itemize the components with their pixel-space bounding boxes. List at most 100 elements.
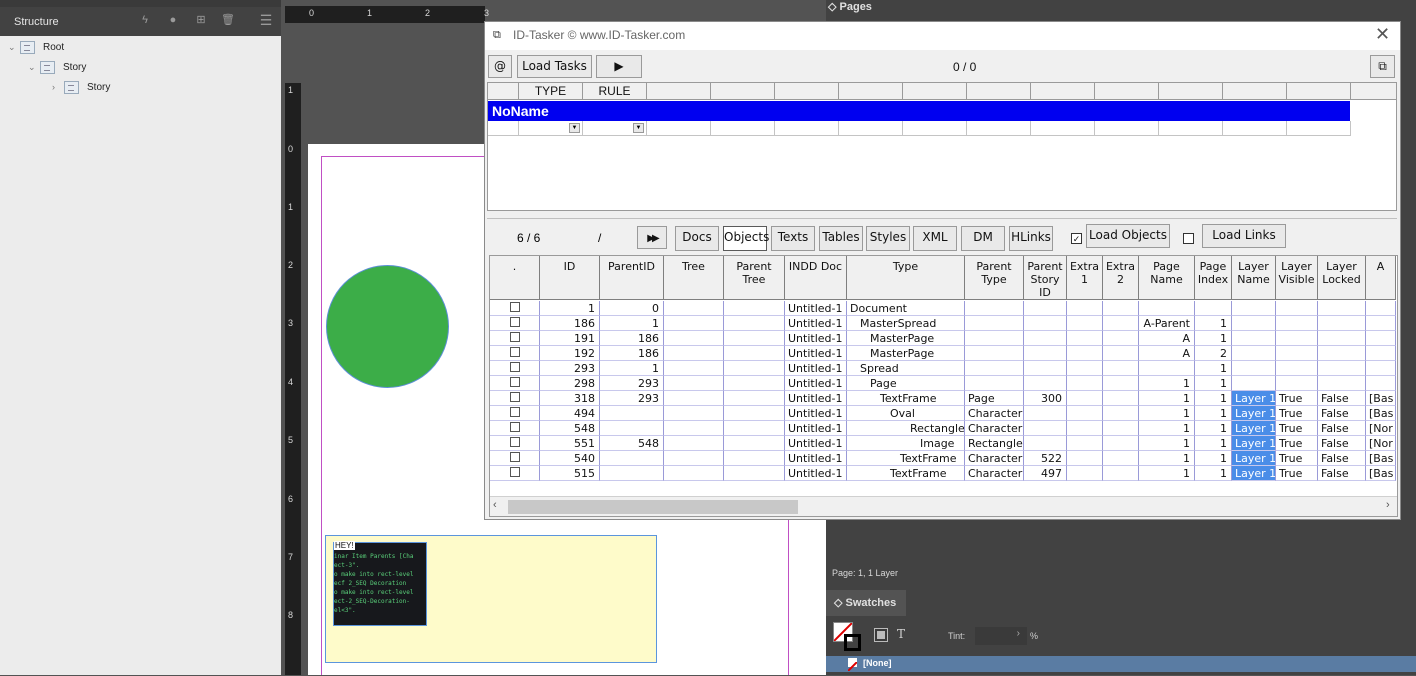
table-cell[interactable]: False — [1318, 391, 1366, 406]
tab-xml[interactable]: XML — [913, 226, 957, 251]
table-cell[interactable] — [1067, 406, 1103, 421]
table-cell[interactable] — [724, 451, 785, 466]
table-cell[interactable]: Layer 1 — [1232, 436, 1276, 451]
row-checkbox[interactable] — [510, 317, 520, 327]
table-cell[interactable]: 1 — [600, 361, 664, 376]
table-cell[interactable]: 522 — [1024, 451, 1067, 466]
table-cell[interactable] — [1366, 316, 1396, 331]
table-cell[interactable]: [Bas — [1366, 451, 1396, 466]
row-checkbox[interactable] — [510, 377, 520, 387]
row-select-cell[interactable] — [490, 301, 540, 316]
table-cell[interactable]: Untitled-1 — [785, 376, 847, 391]
rule-cell[interactable] — [1031, 121, 1095, 136]
table-cell[interactable]: Rectangle — [847, 421, 965, 436]
pages-panel-tab[interactable]: ◇ Pages — [828, 0, 888, 13]
table-cell[interactable]: 293 — [600, 376, 664, 391]
table-cell[interactable] — [1366, 376, 1396, 391]
table-cell[interactable]: True — [1276, 436, 1318, 451]
table-cell[interactable]: False — [1318, 436, 1366, 451]
table-cell[interactable] — [1276, 316, 1318, 331]
table-cell[interactable]: Character — [965, 421, 1024, 436]
table-cell[interactable]: 1 — [1139, 421, 1195, 436]
table-cell[interactable] — [724, 466, 785, 481]
table-row[interactable]: 293 1 Untitled-1 Spread 1 — [490, 361, 1396, 376]
table-cell[interactable]: TextFrame — [847, 466, 965, 481]
table-cell[interactable] — [664, 406, 724, 421]
tree-node-root[interactable]: ⌄ Root — [8, 37, 278, 57]
table-cell[interactable]: 318 — [540, 391, 600, 406]
table-cell[interactable]: Untitled-1 — [785, 451, 847, 466]
table-cell[interactable] — [1024, 361, 1067, 376]
table-cell[interactable]: TextFrame — [847, 391, 965, 406]
dialog-titlebar[interactable]: ⧉ ID-Tasker © www.ID-Tasker.com ✕ — [485, 22, 1400, 50]
lightning-icon[interactable]: ϟ — [137, 12, 153, 28]
chevron-right-icon[interactable]: › — [52, 82, 64, 92]
table-cell[interactable]: 298 — [540, 376, 600, 391]
table-cell[interactable]: Untitled-1 — [785, 466, 847, 481]
column-header[interactable]: Layer Locked — [1318, 256, 1366, 300]
table-cell[interactable] — [1232, 331, 1276, 346]
table-cell[interactable]: 186 — [600, 331, 664, 346]
table-cell[interactable]: 1 — [1139, 406, 1195, 421]
table-cell[interactable] — [1366, 346, 1396, 361]
load-links-button[interactable]: Load Links — [1202, 224, 1286, 248]
scroll-right-icon[interactable]: › — [1386, 499, 1390, 511]
table-row[interactable]: 551 548 Untitled-1 Image Rectangle 1 1 Layer 1T… — [490, 436, 1396, 451]
tab-dm[interactable]: DM — [961, 226, 1005, 251]
table-cell[interactable]: 1 — [1195, 316, 1232, 331]
rule-cell[interactable] — [967, 121, 1031, 136]
row-select-cell[interactable] — [490, 331, 540, 346]
row-select-cell[interactable] — [490, 391, 540, 406]
code-image-frame[interactable]: inar Item Parents [Cha ect-3". o make in… — [333, 542, 427, 626]
table-row[interactable]: 548 Untitled-1 Rectangle Character 1 1 Layer 1… — [490, 421, 1396, 436]
table-cell[interactable] — [664, 346, 724, 361]
table-cell[interactable]: Untitled-1 — [785, 421, 847, 436]
horizontal-ruler[interactable]: 0 1 2 3 — [285, 6, 489, 23]
table-cell[interactable]: 293 — [600, 391, 664, 406]
table-cell[interactable]: A — [1139, 346, 1195, 361]
table-cell[interactable]: [Nor — [1366, 436, 1396, 451]
rule-grid-header-type[interactable]: TYPE — [519, 83, 583, 100]
table-cell[interactable] — [1103, 376, 1139, 391]
rule-cell[interactable] — [1223, 121, 1287, 136]
rule-grid-header-rule[interactable]: RULE — [583, 83, 647, 100]
row-select-cell[interactable] — [490, 346, 540, 361]
table-cell[interactable]: 1 — [1195, 406, 1232, 421]
fast-forward-button[interactable]: ▶▶ — [637, 226, 667, 249]
table-cell[interactable] — [600, 421, 664, 436]
column-header[interactable]: Page Index — [1195, 256, 1232, 300]
table-cell[interactable] — [1139, 361, 1195, 376]
table-cell[interactable] — [1067, 466, 1103, 481]
table-cell[interactable] — [1276, 376, 1318, 391]
column-header[interactable]: INDD Doc — [785, 256, 847, 300]
table-cell[interactable] — [1024, 421, 1067, 436]
table-cell[interactable]: True — [1276, 451, 1318, 466]
table-cell[interactable] — [1276, 301, 1318, 316]
column-header[interactable]: Extra 1 — [1067, 256, 1103, 300]
table-cell[interactable]: A-Parent — [1139, 316, 1195, 331]
table-cell[interactable] — [965, 346, 1024, 361]
table-cell[interactable]: Untitled-1 — [785, 316, 847, 331]
table-cell[interactable]: True — [1276, 466, 1318, 481]
objects-table[interactable]: . ID ParentID Tree Parent Tree INDD Doc Type Pa… — [489, 255, 1398, 517]
panel-menu-icon[interactable]: ☰ — [258, 12, 274, 28]
tab-objects[interactable]: Objects — [723, 226, 769, 251]
table-cell[interactable] — [724, 316, 785, 331]
table-cell[interactable] — [664, 391, 724, 406]
table-cell[interactable]: False — [1318, 451, 1366, 466]
rule-cell[interactable] — [647, 121, 711, 136]
table-cell[interactable] — [1318, 316, 1366, 331]
tint-input[interactable]: › — [975, 627, 1027, 645]
table-cell[interactable] — [1318, 331, 1366, 346]
table-cell[interactable] — [1024, 301, 1067, 316]
table-cell[interactable] — [1366, 301, 1396, 316]
table-cell[interactable] — [600, 406, 664, 421]
rule-cell[interactable] — [1095, 121, 1159, 136]
table-cell[interactable]: 1 — [1139, 436, 1195, 451]
table-cell[interactable] — [1195, 301, 1232, 316]
table-cell[interactable] — [1232, 361, 1276, 376]
rule-cell[interactable] — [1159, 121, 1223, 136]
table-cell[interactable] — [1318, 376, 1366, 391]
column-header[interactable]: . — [490, 256, 540, 300]
table-cell[interactable] — [1067, 316, 1103, 331]
